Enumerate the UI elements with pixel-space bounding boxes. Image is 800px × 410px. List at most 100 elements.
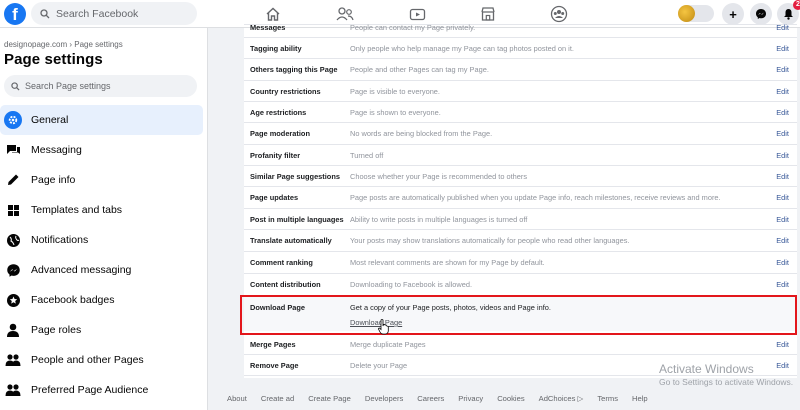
edit-link[interactable]: Edit — [776, 87, 789, 96]
sidebar-item-facebook-badges[interactable]: Facebook badges — [0, 285, 203, 315]
edit-link[interactable]: Edit — [776, 151, 789, 160]
footer-link-create-ad[interactable]: Create ad — [261, 394, 294, 403]
people-icon — [4, 351, 22, 369]
groups-icon[interactable] — [549, 4, 569, 24]
watch-icon[interactable] — [407, 4, 427, 24]
edit-link[interactable]: Edit — [776, 23, 789, 32]
hand-cursor-icon — [378, 319, 389, 335]
sidebar-item-messaging[interactable]: Messaging — [0, 135, 203, 165]
table-row: Post in multiple languages Ability to wr… — [244, 208, 797, 229]
chat-icon — [4, 141, 22, 159]
table-row: Others tagging this Page People and othe… — [244, 58, 797, 80]
sidebar-item-label: People and other Pages — [31, 354, 144, 366]
setting-description: Merge duplicate Pages — [350, 339, 426, 349]
sidebar-item-label: Notifications — [31, 234, 89, 246]
setting-label: Others tagging this Page — [250, 65, 338, 74]
activate-windows-subtitle: Go to Settings to activate Windows. — [659, 377, 794, 387]
edit-link[interactable]: Edit — [776, 215, 789, 224]
marketplace-icon[interactable] — [478, 4, 498, 24]
edit-link[interactable]: Edit — [776, 172, 789, 181]
grid-icon — [4, 201, 22, 219]
home-icon[interactable] — [263, 4, 283, 24]
bell-icon — [783, 9, 793, 20]
pencil-icon — [4, 171, 22, 189]
setting-description: No words are being blocked from the Page… — [350, 129, 493, 138]
setting-description: Choose whether your Page is recommended … — [350, 171, 528, 181]
setting-description: People can contact my Page privately. — [350, 23, 476, 32]
table-row: Translate automatically Your posts may s… — [244, 229, 797, 251]
activate-windows-title: Activate Windows — [659, 362, 754, 376]
sidebar-item-label: General — [31, 114, 69, 126]
footer-link-adchoices[interactable]: AdChoices ▷ — [539, 394, 584, 403]
setting-label: Similar Page suggestions — [250, 171, 340, 181]
messenger-icon — [4, 261, 22, 279]
setting-description: Ability to write posts in multiple langu… — [350, 214, 528, 224]
sidebar-item-notifications[interactable]: Notifications — [0, 225, 203, 255]
sidebar-item-preferred-page-audience[interactable]: Preferred Page Audience — [0, 375, 203, 405]
notifications-button[interactable]: 2 — [777, 0, 800, 25]
edit-link[interactable]: Edit — [776, 361, 789, 370]
footer-link-create-page[interactable]: Create Page — [308, 394, 351, 403]
sidebar-item-label: Messaging — [31, 144, 82, 156]
page-title: Page settings — [4, 51, 103, 68]
setting-description: Page posts are automatically published w… — [350, 193, 721, 202]
sidebar-item-label: Preferred Page Audience — [31, 384, 149, 396]
setting-description: Page is shown to everyone. — [350, 107, 441, 117]
sidebar-item-general[interactable]: General — [0, 105, 203, 135]
sidebar-item-page-info[interactable]: Page info — [0, 165, 203, 195]
edit-link[interactable]: Edit — [776, 236, 789, 245]
footer-link-careers[interactable]: Careers — [417, 394, 444, 403]
friends-icon[interactable] — [335, 4, 355, 24]
setting-label: Messages — [250, 23, 286, 32]
table-row: Country restrictions Page is visible to … — [244, 80, 797, 101]
table-row: Content distribution Downloading to Face… — [244, 273, 797, 295]
table-row: Merge Pages Merge duplicate Pages Edit — [244, 333, 797, 354]
profile-shortcut[interactable] — [678, 5, 714, 22]
avatar — [678, 5, 695, 22]
table-row: Comment ranking Most relevant comments a… — [244, 251, 797, 273]
sidebar-item-people-and-other-pages[interactable]: People and other Pages — [0, 345, 203, 375]
setting-label: Age restrictions — [250, 107, 307, 117]
breadcrumb[interactable]: designopage.com › Page settings — [4, 40, 123, 49]
edit-link[interactable]: Edit — [776, 340, 789, 349]
edit-link[interactable]: Edit — [776, 108, 789, 117]
setting-label: Post in multiple languages — [250, 214, 344, 224]
person-icon — [4, 321, 22, 339]
footer-link-cookies[interactable]: Cookies — [497, 394, 524, 403]
plus-icon: + — [729, 6, 737, 22]
notification-count-badge: 2 — [793, 0, 800, 10]
sidebar-item-label: Page roles — [31, 324, 82, 336]
search-placeholder: Search Page settings — [25, 81, 111, 91]
setting-description: Downloading to Facebook is allowed. — [350, 280, 473, 289]
sidebar-item-label: Templates and tabs — [31, 204, 123, 216]
edit-link[interactable]: Edit — [776, 258, 789, 267]
edit-link[interactable]: Edit — [776, 129, 789, 138]
table-row: Page updates Page posts are automaticall… — [244, 186, 797, 208]
sidebar-item-templates-and-tabs[interactable]: Templates and tabs — [0, 195, 203, 225]
footer-link-privacy[interactable]: Privacy — [458, 394, 483, 403]
table-row: Page moderation No words are being block… — [244, 122, 797, 144]
download-page-highlight-box — [240, 295, 797, 335]
footer-link-developers[interactable]: Developers — [365, 394, 403, 403]
edit-link[interactable]: Edit — [776, 44, 789, 53]
footer-link-terms[interactable]: Terms — [597, 394, 618, 403]
search-icon — [11, 81, 20, 91]
search-page-settings-input[interactable]: Search Page settings — [4, 75, 197, 97]
setting-label: Translate automatically — [250, 236, 332, 245]
edit-link[interactable]: Edit — [776, 280, 789, 289]
facebook-logo[interactable]: f — [4, 3, 26, 25]
footer-link-about[interactable]: About — [227, 394, 247, 403]
settings-sidebar: designopage.com › Page settings Page set… — [0, 28, 208, 410]
sidebar-item-page-roles[interactable]: Page roles — [0, 315, 203, 345]
setting-description: Only people who help manage my Page can … — [350, 43, 574, 53]
footer-link-help[interactable]: Help — [632, 394, 648, 403]
edit-link[interactable]: Edit — [776, 65, 789, 74]
edit-link[interactable]: Edit — [776, 193, 789, 202]
facebook-search-input[interactable]: Search Facebook — [31, 2, 197, 25]
messenger-button[interactable] — [750, 3, 772, 25]
sidebar-item-advanced-messaging[interactable]: Advanced messaging — [0, 255, 203, 285]
setting-label: Page updates — [250, 193, 299, 202]
create-button[interactable]: + — [722, 3, 744, 25]
badge-icon — [4, 291, 22, 309]
setting-label: Country restrictions — [250, 86, 321, 96]
